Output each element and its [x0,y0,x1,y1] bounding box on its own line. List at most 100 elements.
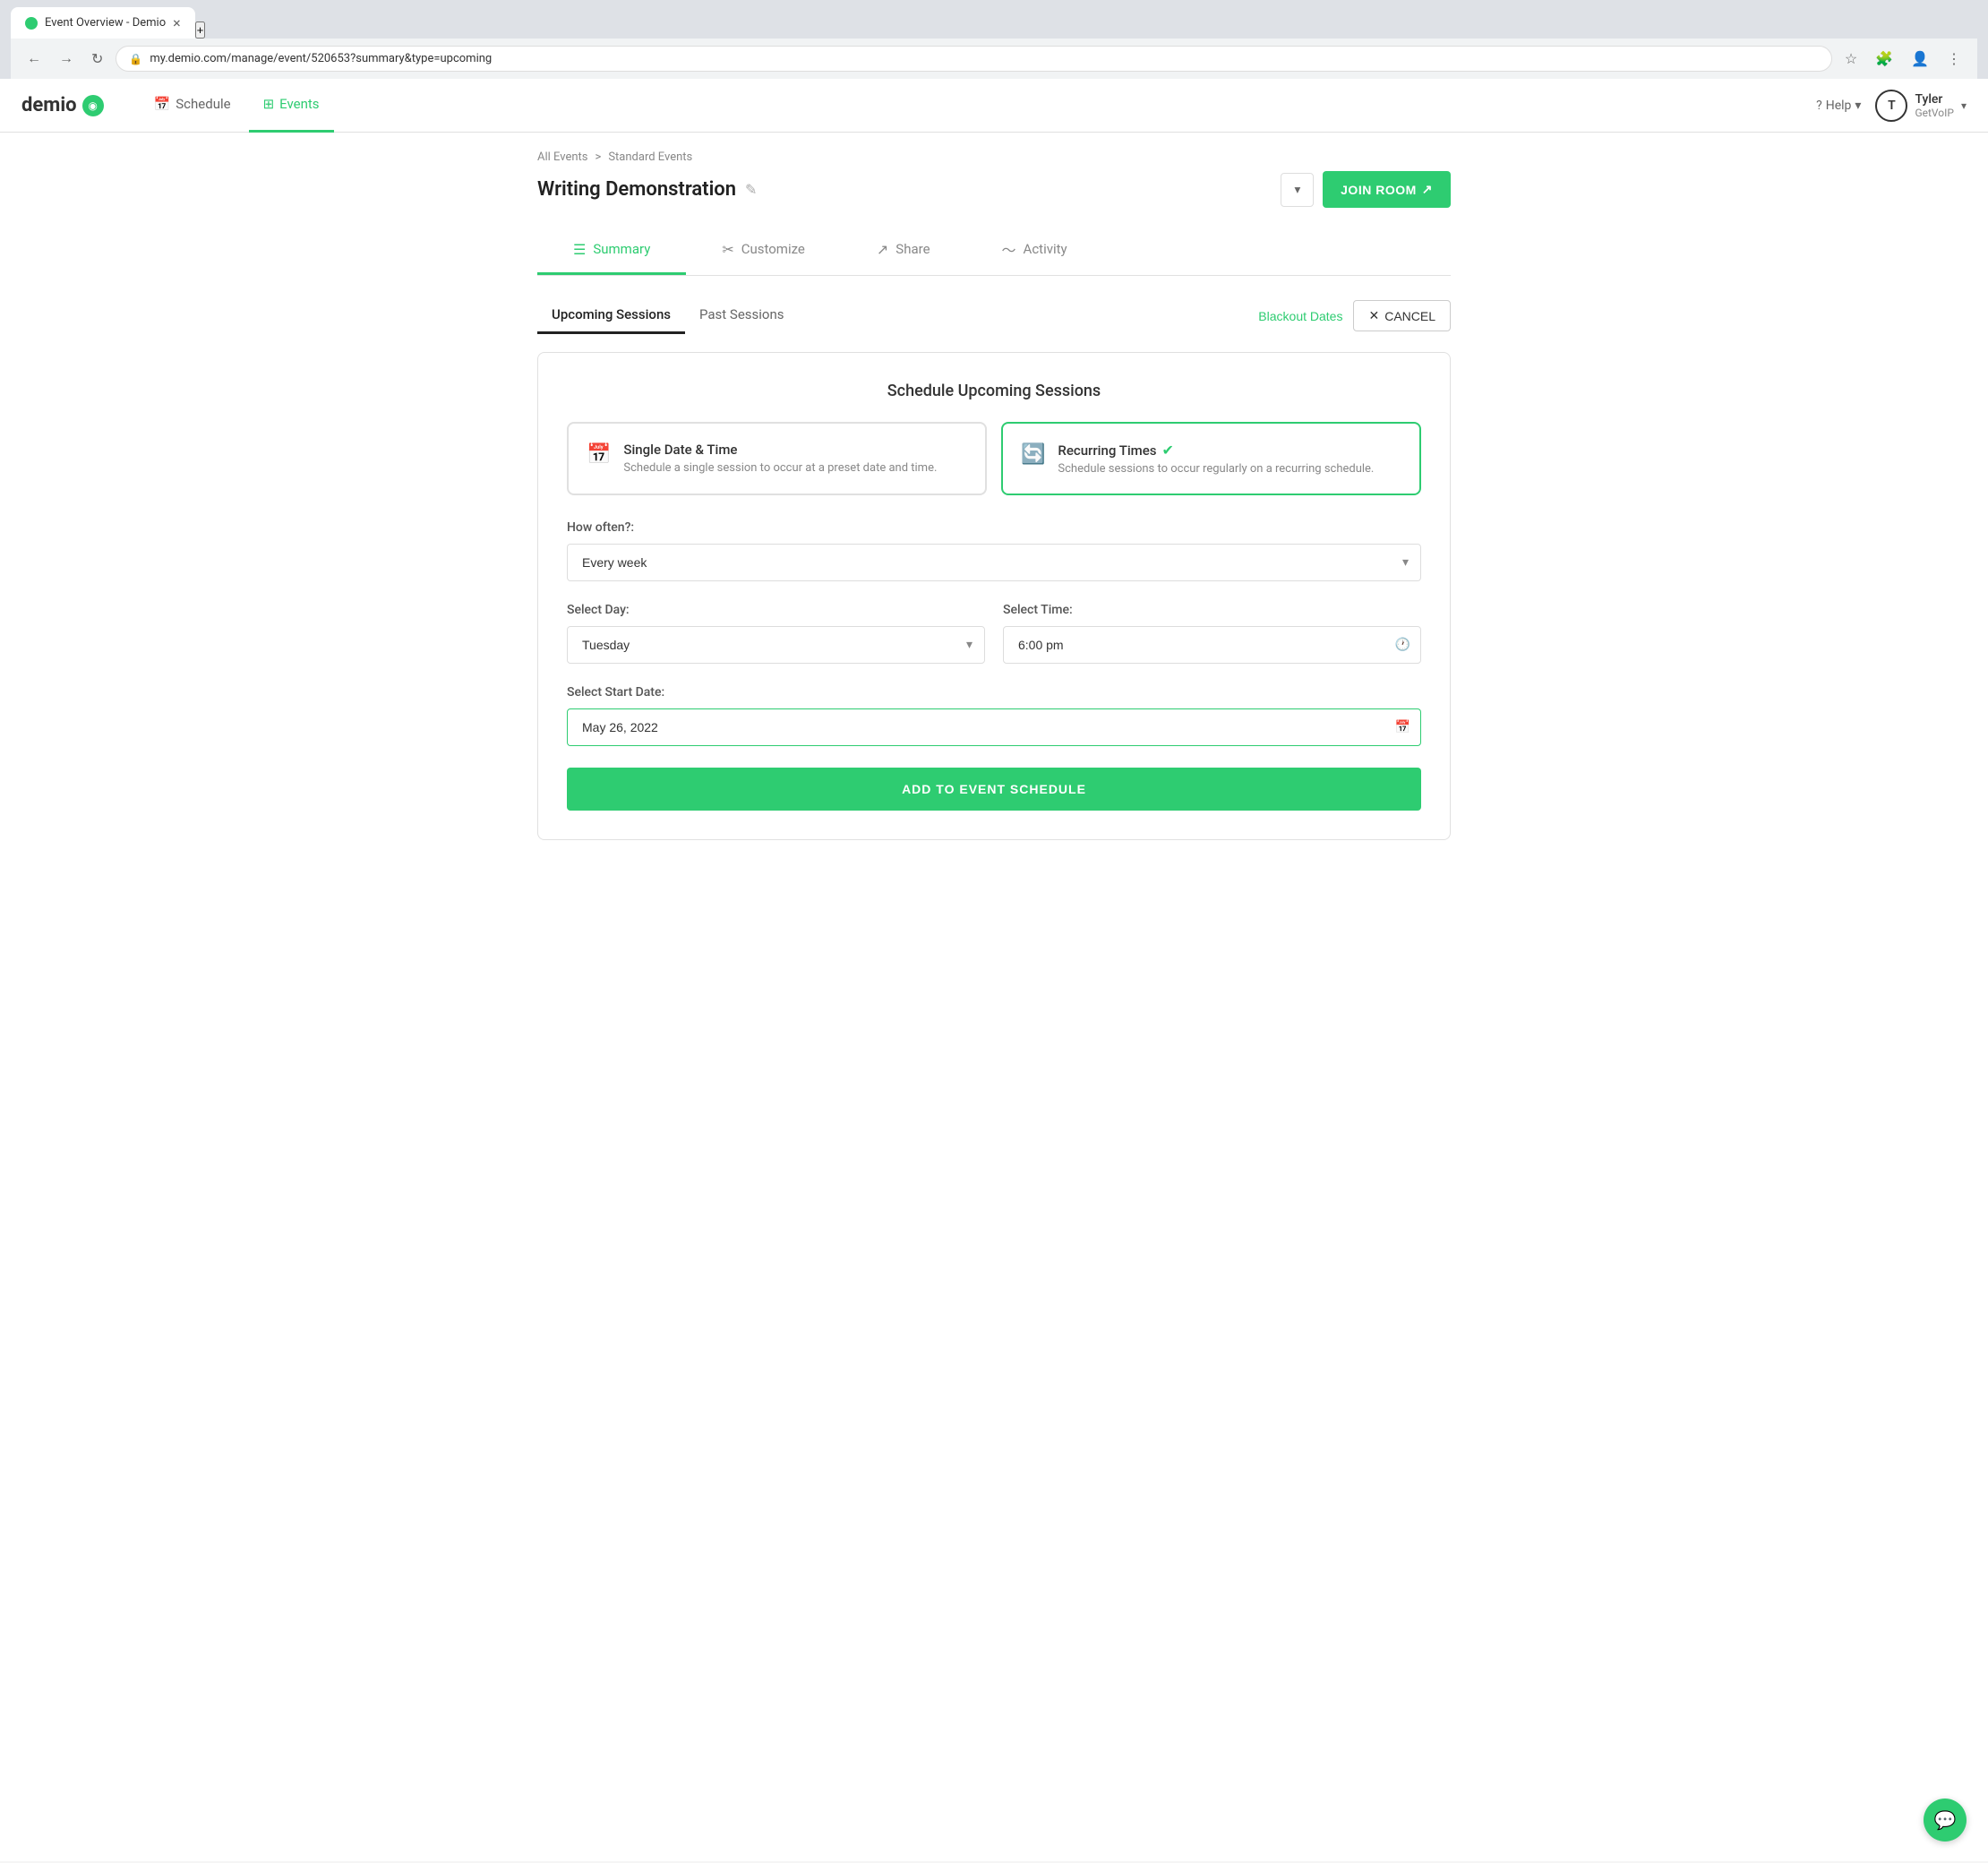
extensions-button[interactable]: 🧩 [1870,47,1898,72]
start-date-input-wrapper: 📅 [567,708,1421,746]
help-chevron-icon: ▾ [1855,99,1861,113]
select-day-label: Select Day: [567,603,985,617]
events-nav-label: Events [279,96,319,112]
url-text: my.demio.com/manage/event/520653?summary… [150,52,1818,65]
active-tab[interactable]: Event Overview - Demio × [11,7,195,39]
header-actions: ▾ JOIN ROOM ↗ [1281,171,1451,208]
single-date-card[interactable]: 📅 Single Date & Time Schedule a single s… [567,422,987,495]
recurring-icon: 🔄 [1021,443,1045,466]
address-bar[interactable]: 🔒 my.demio.com/manage/event/520653?summa… [116,46,1831,72]
select-time-label: Select Time: [1003,603,1421,617]
cancel-button[interactable]: ✕ CANCEL [1353,300,1451,331]
session-actions: Blackout Dates ✕ CANCEL [1258,300,1451,331]
tab-customize[interactable]: ✂ Customize [686,226,841,275]
schedule-card: Schedule Upcoming Sessions 📅 Single Date… [537,352,1451,840]
session-tabs-row: Upcoming Sessions Past Sessions Blackout… [537,297,1451,334]
breadcrumb-all-events[interactable]: All Events [537,150,588,164]
recurring-desc: Schedule sessions to occur regularly on … [1058,462,1374,476]
upcoming-sessions-tab[interactable]: Upcoming Sessions [537,297,685,334]
lock-icon: 🔒 [129,53,142,65]
events-nav-link[interactable]: ⊞ Events [249,79,334,133]
user-name: Tyler [1915,92,1954,107]
forward-button[interactable]: → [54,47,79,71]
summary-tab-icon: ☰ [573,241,586,258]
single-date-desc: Schedule a single session to occur at a … [623,461,937,475]
schedule-nav-label: Schedule [176,96,230,112]
schedule-nav-icon: 📅 [154,96,171,112]
schedule-nav-link[interactable]: 📅 Schedule [140,79,245,133]
activity-tab-icon: 〜 [1002,238,1016,260]
how-often-select[interactable]: Every week [567,544,1421,581]
single-date-icon: 📅 [587,443,611,466]
tab-share[interactable]: ↗ Share [841,226,966,275]
tab-activity[interactable]: 〜 Activity [966,226,1103,275]
schedule-title: Schedule Upcoming Sessions [567,382,1421,400]
dropdown-button[interactable]: ▾ [1281,173,1314,207]
recurring-title: Recurring Times ✔ [1058,442,1374,459]
session-tabs: Upcoming Sessions Past Sessions [537,297,799,334]
share-tab-icon: ↗ [877,241,888,258]
logo-icon: ◉ [82,95,104,116]
blackout-dates-button[interactable]: Blackout Dates [1258,309,1342,323]
tab-title: Event Overview - Demio [45,16,166,30]
page-title: Writing Demonstration [537,178,736,201]
join-room-label: JOIN ROOM [1341,183,1417,197]
summary-tab-label: Summary [593,241,650,257]
help-icon: ? [1816,99,1822,113]
breadcrumb: All Events > Standard Events [537,150,1451,164]
browser-chrome: Event Overview - Demio × + ← → ↻ 🔒 my.de… [0,0,1988,79]
user-menu-button[interactable]: T Tyler GetVoIP ▾ [1875,90,1967,122]
main-content: All Events > Standard Events Writing Dem… [501,133,1487,858]
refresh-button[interactable]: ↻ [86,47,108,72]
nav-links: 📅 Schedule ⊞ Events [140,79,1817,133]
new-tab-button[interactable]: + [195,21,206,39]
page-header: Writing Demonstration ✎ ▾ JOIN ROOM ↗ [537,171,1451,208]
share-tab-label: Share [895,241,930,257]
profile-button[interactable]: 👤 [1906,47,1934,72]
tab-close-button[interactable]: × [173,14,181,31]
external-link-icon: ↗ [1422,182,1433,197]
time-input[interactable] [1003,626,1421,664]
user-org: GetVoIP [1915,107,1954,119]
logo-text: demio [21,94,77,116]
tab-summary[interactable]: ☰ Summary [537,226,686,275]
browser-tabs: Event Overview - Demio × + [11,7,1977,39]
how-often-select-wrapper: Every week [567,544,1421,581]
help-label: Help [1826,99,1852,113]
edit-icon[interactable]: ✎ [745,181,757,198]
day-select-wrapper: Tuesday [567,626,985,664]
recurring-times-card[interactable]: 🔄 Recurring Times ✔ Schedule sessions to… [1001,422,1421,495]
bookmark-button[interactable]: ☆ [1839,47,1863,72]
how-often-label: How often?: [567,520,1421,535]
join-room-button[interactable]: JOIN ROOM ↗ [1323,171,1451,208]
back-button[interactable]: ← [21,47,47,71]
tab-favicon [25,17,38,30]
single-date-info: Single Date & Time Schedule a single ses… [623,442,937,475]
logo[interactable]: demio ◉ [21,94,104,116]
app-container: demio ◉ 📅 Schedule ⊞ Events ? Help ▾ T T… [0,79,1988,1861]
breadcrumb-separator: > [596,150,602,164]
start-date-input[interactable] [567,708,1421,746]
day-select[interactable]: Tuesday [567,626,985,664]
page-title-row: Writing Demonstration ✎ [537,178,757,201]
user-chevron-icon: ▾ [1961,99,1967,112]
user-info: Tyler GetVoIP [1915,92,1954,119]
recurring-info: Recurring Times ✔ Schedule sessions to o… [1058,442,1374,476]
select-time-col: Select Time: 🕐 [1003,603,1421,664]
time-input-wrapper: 🕐 [1003,626,1421,664]
breadcrumb-standard-events[interactable]: Standard Events [608,150,692,164]
chat-widget[interactable]: 💬 [1924,1799,1967,1842]
browser-toolbar-actions: ☆ 🧩 👤 ⋮ [1839,47,1967,72]
more-button[interactable]: ⋮ [1941,47,1967,72]
add-to-schedule-button[interactable]: ADD TO EVENT SCHEDULE [567,768,1421,811]
start-date-field: Select Start Date: 📅 [567,685,1421,746]
past-sessions-tab[interactable]: Past Sessions [685,297,798,334]
single-date-title: Single Date & Time [623,442,937,458]
check-icon: ✔ [1162,442,1174,459]
browser-toolbar: ← → ↻ 🔒 my.demio.com/manage/event/520653… [11,39,1977,79]
help-button[interactable]: ? Help ▾ [1816,99,1861,113]
customize-tab-label: Customize [741,241,805,257]
top-nav: demio ◉ 📅 Schedule ⊞ Events ? Help ▾ T T… [0,79,1988,133]
cancel-label: CANCEL [1384,309,1435,323]
how-often-field: How often?: Every week [567,520,1421,581]
